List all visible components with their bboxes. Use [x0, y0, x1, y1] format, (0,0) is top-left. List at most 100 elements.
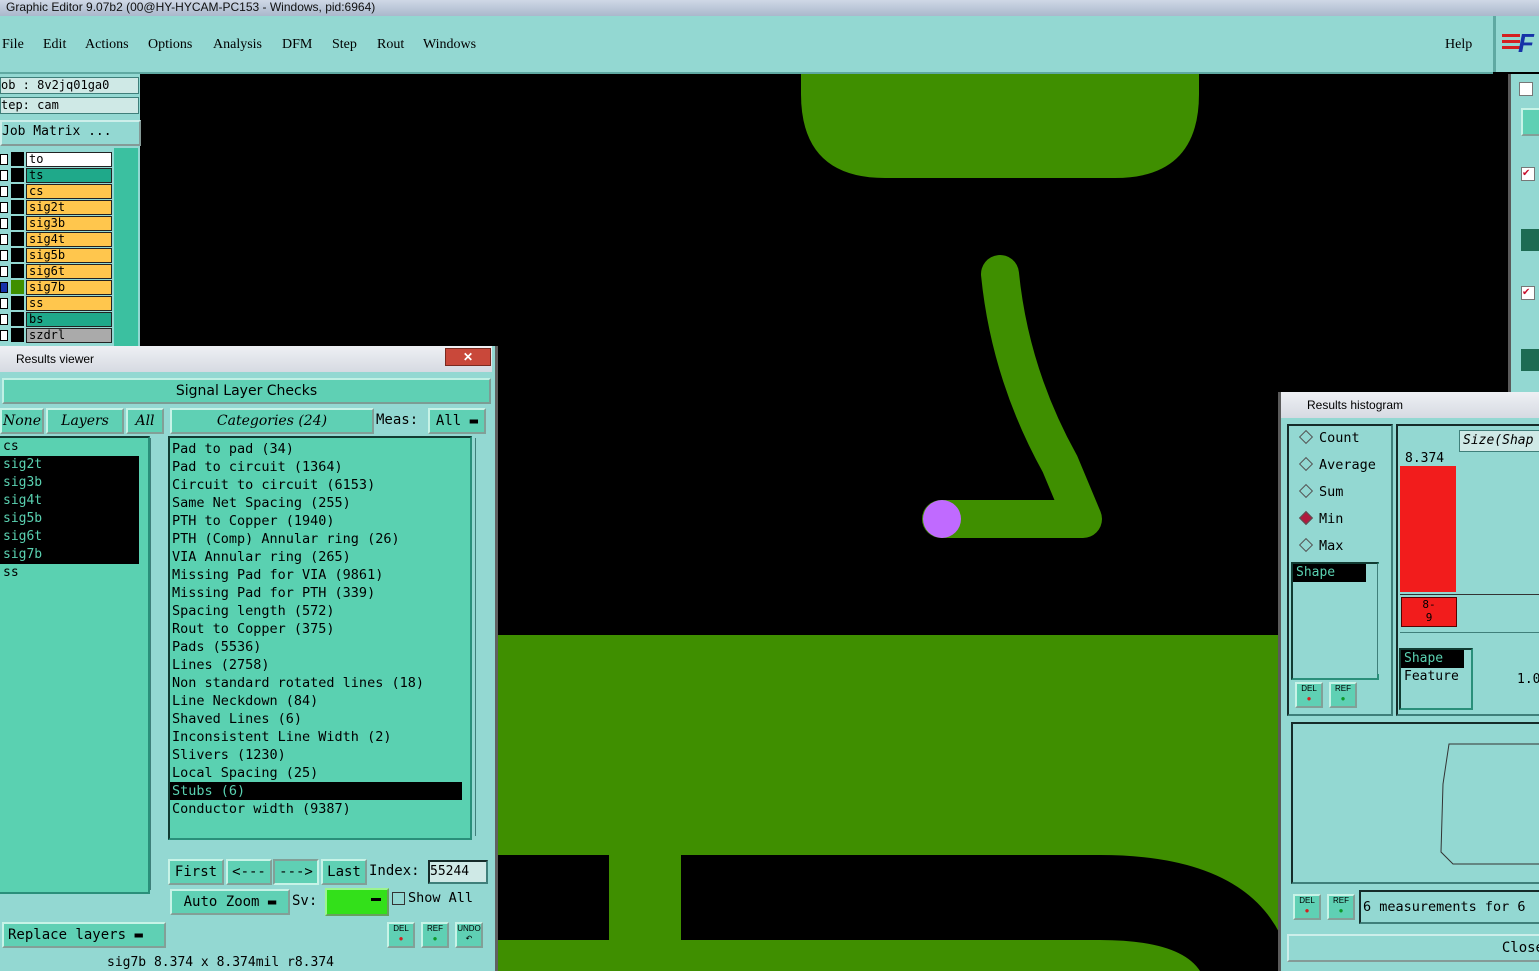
size-dropdown[interactable]: Size(Shap: [1459, 430, 1539, 452]
layer-checkbox[interactable]: [0, 218, 8, 229]
layers-list[interactable]: cs sig2t sig3b sig4t sig5b sig6t sig7b ss: [0, 436, 150, 894]
histogram-del-button[interactable]: DEL ●: [1295, 682, 1323, 708]
layer-name[interactable]: bs: [26, 312, 112, 327]
layer-list-item[interactable]: sig7b: [0, 546, 139, 564]
layer-list-item[interactable]: sig6t: [0, 528, 139, 546]
categories-button[interactable]: Categories (24): [170, 408, 374, 434]
layer-name[interactable]: sig2t: [26, 200, 112, 215]
histogram-ref-button-2[interactable]: REF ●: [1327, 894, 1355, 920]
layer-list-item[interactable]: sig3b: [0, 474, 139, 492]
layer-list-item[interactable]: ss: [0, 564, 148, 582]
mode-radio-sum[interactable]: Sum: [1298, 483, 1343, 500]
layer-row-bs[interactable]: bs: [0, 312, 112, 327]
histogram-list[interactable]: Shape: [1291, 562, 1379, 680]
layer-list-item[interactable]: sig2t: [0, 456, 139, 474]
first-button[interactable]: First: [168, 859, 224, 885]
feature-list-item-feature[interactable]: Feature: [1401, 668, 1471, 686]
layer-name[interactable]: sig3b: [26, 216, 112, 231]
layer-list-item[interactable]: sig4t: [0, 492, 139, 510]
mode-radio-average[interactable]: Average: [1298, 456, 1376, 473]
categories-list[interactable]: Pad to pad (34) Pad to circuit (1364) Circ…: [168, 436, 472, 840]
layer-name[interactable]: cs: [26, 184, 112, 199]
bin-label[interactable]: 8- 9: [1401, 597, 1457, 627]
category-item[interactable]: PTH to Copper (1940): [170, 512, 470, 530]
none-button[interactable]: None: [0, 408, 44, 434]
layer-checkbox[interactable]: [0, 282, 8, 293]
layer-row-sig7b[interactable]: sig7b: [0, 280, 112, 295]
layer-checkbox[interactable]: [0, 170, 8, 181]
last-button[interactable]: Last: [321, 859, 367, 885]
layer-row-to[interactable]: to: [0, 152, 112, 167]
show-all-checkbox[interactable]: [392, 892, 405, 905]
menu-analysis[interactable]: Analysis: [213, 37, 262, 53]
histogram-ref-button[interactable]: REF ●: [1329, 682, 1357, 708]
layer-row-sig6t[interactable]: sig6t: [0, 264, 112, 279]
category-item[interactable]: Pad to pad (34): [170, 440, 470, 458]
category-item[interactable]: VIA Annular ring (265): [170, 548, 470, 566]
category-item[interactable]: Pad to circuit (1364): [170, 458, 470, 476]
category-item[interactable]: Stubs (6): [170, 782, 462, 800]
layer-checkbox[interactable]: [0, 266, 8, 277]
category-item[interactable]: Same Net Spacing (255): [170, 494, 470, 512]
category-item[interactable]: Conductor width (9387): [170, 800, 470, 818]
layer-checkbox[interactable]: [0, 298, 8, 309]
category-item[interactable]: Inconsistent Line Width (2): [170, 728, 470, 746]
layer-checkbox[interactable]: [0, 186, 8, 197]
category-item[interactable]: Circuit to circuit (6153): [170, 476, 470, 494]
category-item[interactable]: Local Spacing (25): [170, 764, 470, 782]
layer-row-sig5b[interactable]: sig5b: [0, 248, 112, 263]
menu-help[interactable]: Help: [1445, 37, 1472, 53]
menu-actions[interactable]: Actions: [85, 37, 129, 53]
layer-row-sig2t[interactable]: sig2t: [0, 200, 112, 215]
category-item[interactable]: Non standard rotated lines (18): [170, 674, 470, 692]
category-item[interactable]: Missing Pad for PTH (339): [170, 584, 470, 602]
right-panel-close-icon[interactable]: [1519, 82, 1533, 96]
right-panel-tool-icon[interactable]: [1521, 229, 1539, 251]
menu-file[interactable]: File: [2, 37, 24, 53]
layer-name[interactable]: ss: [26, 296, 112, 311]
category-item[interactable]: Missing Pad for VIA (9861): [170, 566, 470, 584]
all-button[interactable]: All: [126, 408, 164, 434]
histogram-list-item[interactable]: Shape: [1293, 564, 1366, 582]
layer-row-sig4t[interactable]: sig4t: [0, 232, 112, 247]
menu-dfm[interactable]: DFM: [282, 37, 312, 53]
right-panel-checkbox-2[interactable]: ✔: [1521, 286, 1535, 300]
categories-scrollbar[interactable]: [475, 438, 488, 836]
layer-checkbox[interactable]: [0, 314, 8, 325]
layers-button[interactable]: Layers: [46, 408, 124, 434]
layers-scrollbar[interactable]: [150, 438, 163, 890]
category-item[interactable]: Pads (5536): [170, 638, 470, 656]
layer-name[interactable]: szdrl: [26, 328, 112, 343]
del-button[interactable]: DEL ●: [387, 922, 415, 948]
right-panel-button[interactable]: [1521, 108, 1539, 136]
histogram-list-scrollbar[interactable]: [1377, 564, 1390, 674]
histogram-del-button-2[interactable]: DEL ●: [1293, 894, 1321, 920]
layer-row-cs[interactable]: cs: [0, 184, 112, 199]
mode-radio-max[interactable]: Max: [1298, 537, 1343, 554]
right-panel-checkbox-1[interactable]: ✔: [1521, 167, 1535, 181]
ref-button[interactable]: REF ●: [421, 922, 449, 948]
index-input[interactable]: 55244: [428, 860, 488, 884]
layer-checkbox[interactable]: [0, 250, 8, 261]
histogram-hscroll[interactable]: [1400, 632, 1539, 643]
menu-rout[interactable]: Rout: [377, 37, 404, 53]
layer-list-scroll[interactable]: [114, 148, 138, 348]
layer-row-ts[interactable]: ts: [0, 168, 112, 183]
layer-name[interactable]: sig4t: [26, 232, 112, 247]
right-panel-tool-icon-2[interactable]: [1521, 349, 1539, 371]
category-item[interactable]: Lines (2758): [170, 656, 470, 674]
menu-windows[interactable]: Windows: [423, 37, 476, 53]
category-item[interactable]: Line Neckdown (84): [170, 692, 470, 710]
category-item[interactable]: Shaved Lines (6): [170, 710, 470, 728]
category-item[interactable]: Spacing length (572): [170, 602, 470, 620]
prev-button[interactable]: <---: [226, 859, 272, 885]
job-matrix-button[interactable]: Job Matrix ...: [0, 120, 141, 146]
layer-checkbox[interactable]: [0, 234, 8, 245]
layer-checkbox[interactable]: [0, 202, 8, 213]
replace-layers-dropdown[interactable]: Replace layers ▬: [2, 922, 166, 948]
meas-dropdown[interactable]: All ▬: [428, 408, 486, 434]
layer-row-szdrl[interactable]: szdrl: [0, 328, 112, 343]
histogram-feature-list[interactable]: Shape Feature: [1399, 648, 1473, 710]
layer-name[interactable]: to: [26, 152, 112, 167]
next-button[interactable]: --->: [273, 859, 319, 885]
